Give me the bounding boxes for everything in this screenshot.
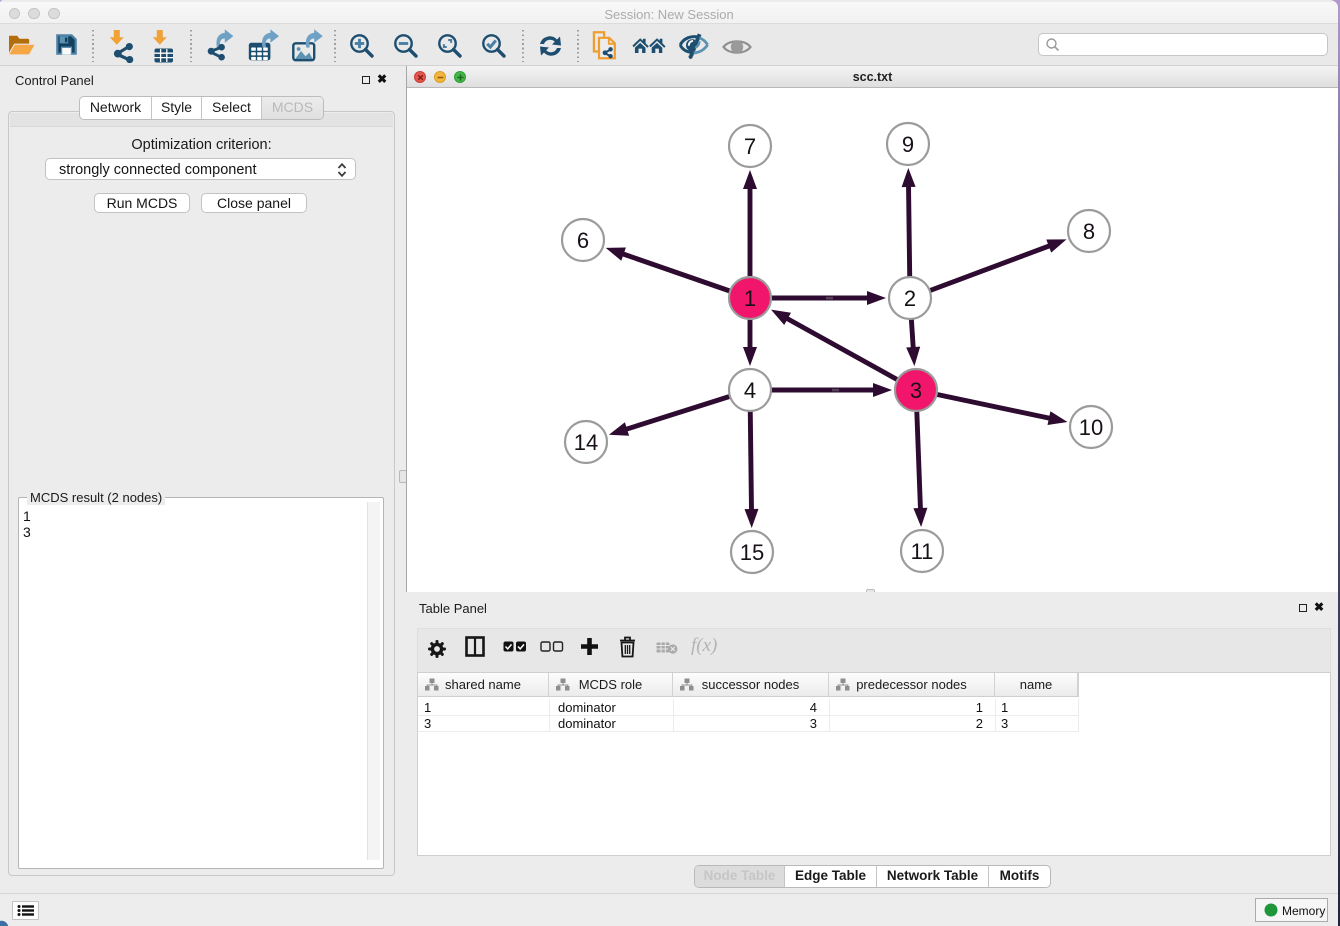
svg-text:2: 2	[904, 286, 916, 311]
svg-text:6: 6	[577, 228, 589, 253]
svg-text:11: 11	[911, 539, 934, 564]
svg-text:14: 14	[574, 430, 598, 455]
svg-text:9: 9	[902, 132, 914, 157]
svg-text:3: 3	[910, 378, 922, 403]
svg-text:7: 7	[744, 134, 756, 159]
svg-text:15: 15	[740, 540, 764, 565]
svg-text:10: 10	[1079, 415, 1103, 440]
svg-text:4: 4	[744, 378, 756, 403]
svg-text:1: 1	[744, 286, 756, 311]
svg-text:8: 8	[1083, 219, 1095, 244]
